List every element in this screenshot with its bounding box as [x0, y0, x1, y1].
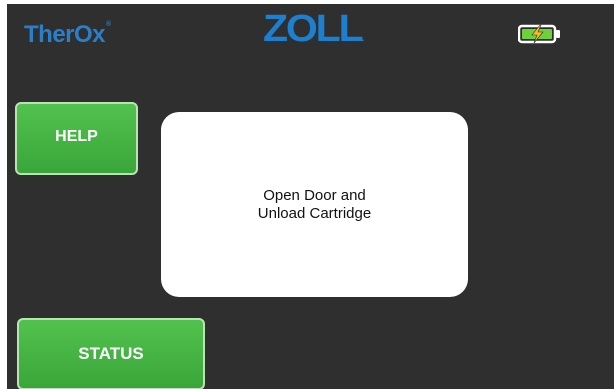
zoll-logo: ZOLL.: [263, 8, 364, 51]
status-button-label: STATUS: [78, 344, 144, 363]
charging-bolt-icon: [531, 24, 544, 44]
status-button[interactable]: STATUS: [17, 318, 205, 389]
therox-logo: TherOx®: [24, 21, 111, 49]
help-button[interactable]: HELP: [15, 102, 138, 175]
therox-trademark: ®: [106, 21, 111, 28]
message-line-2: Unload Cartridge: [257, 204, 372, 222]
message-panel: Open Door and Unload Cartridge: [161, 112, 468, 297]
zoll-logo-dot: .: [361, 33, 365, 43]
help-button-label: HELP: [55, 127, 98, 145]
device-screen: TherOx® ZOLL. HELP Open Door and Unload …: [7, 4, 614, 389]
battery-charging-icon: [517, 24, 562, 44]
zoll-logo-text: ZOLL: [263, 8, 364, 50]
therox-logo-text: TherOx: [24, 21, 106, 48]
message-line-1: Open Door and: [263, 186, 366, 204]
